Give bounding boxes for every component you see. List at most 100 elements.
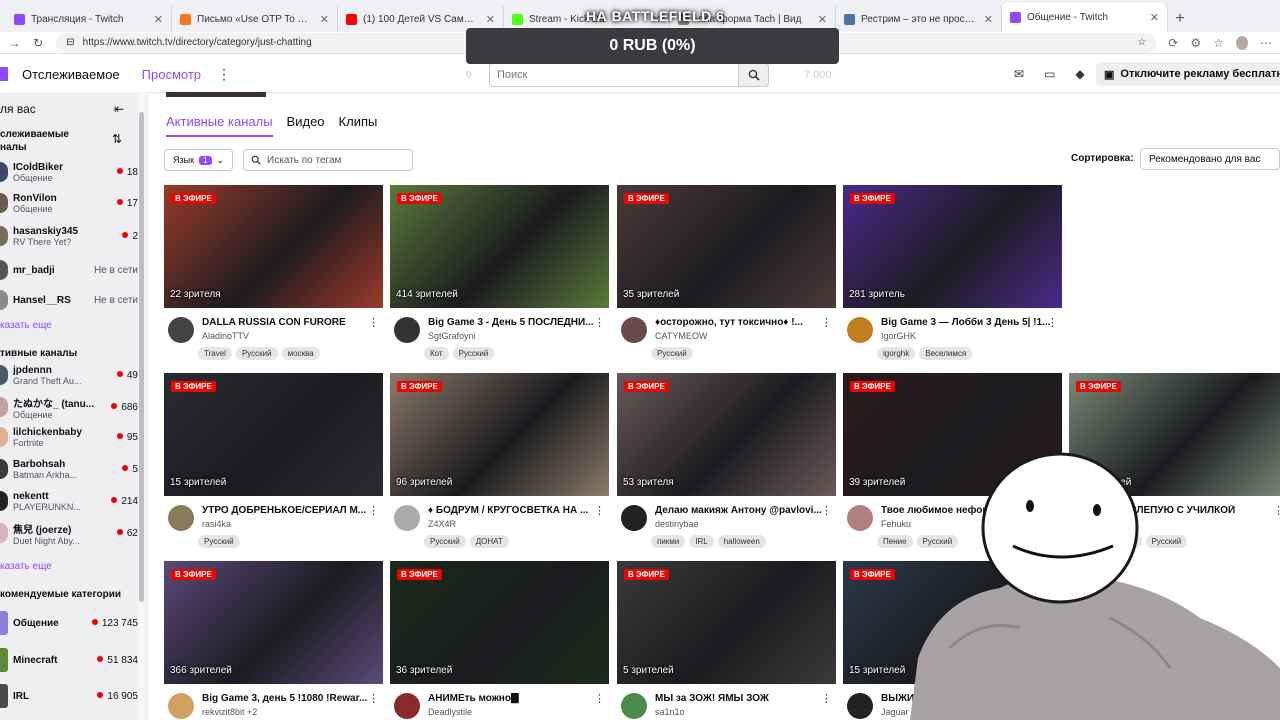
streamer-avatar[interactable] [394, 693, 420, 719]
stream-tag[interactable]: Русский [452, 347, 495, 360]
streamer-name[interactable]: CATYMEOW [655, 331, 825, 341]
search-input[interactable] [489, 63, 739, 87]
kebab-menu-icon[interactable]: ⋮ [594, 316, 605, 329]
stream-title[interactable]: МЫ за ЗОЖ! ЯМЫ ЗОЖ [655, 693, 825, 704]
tab-close-icon[interactable]: ✕ [1150, 11, 1159, 24]
stream-thumbnail[interactable]: В ЭФИРЕ 22 зрителя [164, 185, 383, 308]
streamer-name[interactable]: SgtGrafoyni [428, 331, 598, 341]
forward-icon[interactable]: → [8, 36, 20, 50]
sidebar-channel-row[interactable]: RonVilon Общение 17 [0, 188, 138, 218]
stream-thumbnail[interactable]: В ЭФИРЕ 366 зрителей [164, 561, 383, 684]
stream-card[interactable]: В ЭФИРЕ 5 зрителей МЫ за ЗОЖ! ЯМЫ ЗОЖ ⋮ sa1n… [617, 561, 836, 720]
browser-tab[interactable]: Письмо «Use OTP To Proceed» - ✕ [172, 6, 338, 32]
stream-card[interactable]: В ЭФИРЕ 36 зрителей АНИМЕть можно🀫 ⋮ Deadlys… [390, 561, 609, 720]
sidebar-channel-row[interactable]: hasanskiy345 RV There Yet? 2 [0, 221, 138, 251]
stream-tag[interactable]: Русский [235, 347, 278, 360]
extensions-icon[interactable]: ⚙ [1190, 36, 1201, 50]
sidebar-scrollbar[interactable] [138, 92, 146, 720]
sidebar-channel-row[interactable]: たぬかな_ (tanu... Общение 686 [0, 392, 138, 422]
tab-clips[interactable]: Клипы [339, 114, 378, 137]
favorites-icon[interactable]: ☆ [1213, 36, 1224, 50]
sidebar-channel-row[interactable]: jpdennn Grand Theft Au... 49 [0, 360, 138, 390]
stream-tag[interactable]: IRL [689, 535, 714, 548]
sidebar-channel-row[interactable]: Minecraft 51 834 [0, 642, 138, 678]
stream-tag[interactable]: пикми [651, 535, 686, 548]
stream-title[interactable]: Big Game 3, день 5 !1080 !Rewar... [202, 693, 372, 704]
stream-thumbnail[interactable]: В ЭФИРЕ 15 зрителей [164, 373, 383, 496]
kebab-menu-icon[interactable]: ⋮ [594, 504, 605, 517]
crown-icon[interactable]: ◆ [1075, 67, 1084, 81]
browser-tab[interactable]: Рестрим – это не просто способ ✕ [836, 6, 1002, 32]
streamer-avatar[interactable] [394, 317, 420, 343]
stream-card[interactable]: В ЭФИРЕ 414 зрителей Big Game 3 - День 5 П… [390, 185, 609, 372]
nav-following[interactable]: Отслеживаемое [22, 67, 120, 82]
twitch-logo[interactable] [0, 67, 8, 81]
sort-arrows-icon[interactable]: ⇅ [112, 132, 122, 146]
tab-close-icon[interactable]: ✕ [984, 13, 993, 26]
bookmark-star-icon[interactable]: ☆ [1137, 37, 1146, 48]
stream-title[interactable]: DALLA RUSSIA CON FURORE [202, 317, 372, 328]
sidebar-channel-row[interactable]: lilchickenbaby Fortnite 95 [0, 422, 138, 452]
stream-title[interactable]: ♦ БОДРУМ / КРУГОСВЕТКА НА ... [428, 505, 598, 516]
browser-tab[interactable]: Общение - Twitch ✕ [1002, 3, 1168, 32]
stream-title[interactable]: УТРО ДОБРЕНЬКОЕ/СЕРИАЛ М... [202, 505, 372, 516]
streamer-avatar[interactable] [168, 317, 194, 343]
kebab-menu-icon[interactable]: ⋮ [594, 692, 605, 705]
kebab-menu-icon[interactable]: ⋮ [821, 316, 832, 329]
streamer-name[interactable]: destinybae [655, 519, 825, 529]
stream-title[interactable]: Big Game 3 — Лобби 3 День 5| !1... [881, 317, 1051, 328]
stream-card[interactable]: В ЭФИРЕ 366 зрителей Big Game 3, день 5 !1… [164, 561, 383, 720]
stream-title[interactable]: Делаю макияж Антону @pavlovi... [655, 505, 825, 516]
new-tab-icon[interactable]: + [1168, 6, 1192, 32]
stream-card[interactable]: В ЭФИРЕ 53 зрителя Делаю макияж Антону @pa… [617, 373, 836, 560]
refresh-extension-icon[interactable]: ⟳ [1168, 36, 1178, 50]
site-info-icon[interactable]: ⊟ [66, 37, 74, 48]
streamer-name[interactable]: sa1n1o [655, 707, 825, 717]
sidebar-scroll-thumb[interactable] [139, 112, 144, 602]
streamer-name[interactable]: IgorGHK [881, 331, 1051, 341]
sidebar-channel-row[interactable]: nekentt PLAYERUNKN... 214 [0, 486, 138, 516]
stream-tag[interactable]: Пение [877, 535, 913, 548]
streamer-avatar[interactable] [847, 693, 873, 719]
streamer-avatar[interactable] [847, 505, 873, 531]
stream-tag[interactable]: Русский [651, 347, 693, 360]
whispers-icon[interactable]: ▭ [1044, 67, 1055, 81]
stream-card[interactable]: В ЭФИРЕ 281 зритель Big Game 3 — Лобби 3 Д… [843, 185, 1062, 372]
tab-live-channels[interactable]: Активные каналы [166, 114, 273, 137]
search-icon[interactable] [739, 63, 769, 87]
stream-tag[interactable]: москва [281, 347, 320, 360]
streamer-avatar[interactable] [168, 693, 194, 719]
more-menu-icon[interactable]: ⋮ [217, 66, 231, 83]
streamer-avatar[interactable] [168, 505, 194, 531]
kebab-menu-icon[interactable]: ⋮ [368, 692, 379, 705]
streamer-name[interactable]: rasi4ka [202, 519, 372, 529]
menu-dots-icon[interactable]: ⋯ [1260, 36, 1272, 50]
stream-tag[interactable]: ДОНАТ [469, 535, 509, 548]
kebab-menu-icon[interactable]: ⋮ [368, 504, 379, 517]
show-more-followed[interactable]: казать еще [0, 320, 52, 331]
stream-tag[interactable]: igorghk [877, 347, 916, 360]
stream-thumbnail[interactable]: В ЭФИРЕ 35 зрителей [617, 185, 836, 308]
sidebar-channel-row[interactable]: IRL 16 905 [0, 678, 138, 714]
ad-free-button[interactable]: ▣ Отключите рекламу бесплатно [1096, 62, 1280, 86]
stream-title[interactable]: Big Game 3 - День 5 ПОСЛЕДНИ... [428, 317, 598, 328]
stream-tag[interactable]: Кот [424, 347, 449, 360]
sidebar-channel-row[interactable]: IColdBiker Общение 18 [0, 157, 138, 187]
collapse-sidebar-icon[interactable]: ⇤ [114, 102, 124, 116]
streamer-avatar[interactable] [621, 317, 647, 343]
stream-tag[interactable]: Русский [198, 535, 240, 548]
kebab-menu-icon[interactable]: ⋮ [821, 692, 832, 705]
tab-close-icon[interactable]: ✕ [818, 13, 827, 26]
show-more-active[interactable]: казать еще [0, 561, 52, 572]
sort-select[interactable]: Рекомендовано для вас [1140, 148, 1280, 170]
profile-avatar[interactable] [1235, 35, 1249, 50]
kebab-menu-icon[interactable]: ⋮ [1047, 316, 1058, 329]
sidebar-channel-row[interactable]: 焦兒 (joerze) Duet Night Aby... 62 [0, 518, 138, 548]
tag-search-field[interactable]: Искать по тегам [243, 149, 414, 171]
stream-card[interactable]: В ЭФИРЕ 96 зрителей ♦ БОДРУМ / КРУГОСВЕТКА… [390, 373, 609, 560]
stream-thumbnail[interactable]: В ЭФИРЕ 5 зрителей [617, 561, 836, 684]
kebab-menu-icon[interactable]: ⋮ [821, 504, 832, 517]
streamer-name[interactable]: AladinoTTV [202, 331, 372, 341]
stream-thumbnail[interactable]: В ЭФИРЕ 53 зрителя [617, 373, 836, 496]
language-filter[interactable]: Язык 1 ⌄ [164, 149, 234, 171]
